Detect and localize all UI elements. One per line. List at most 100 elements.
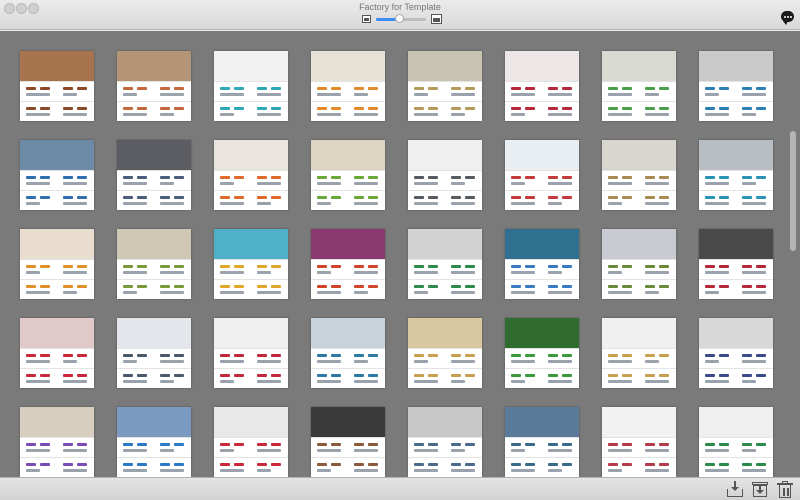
template-page-preview [445, 81, 482, 101]
template-thumbnail[interactable] [311, 318, 385, 388]
template-thumbnail[interactable] [602, 51, 676, 121]
trash-icon[interactable] [777, 481, 794, 498]
template-thumbnail[interactable] [699, 51, 773, 121]
template-thumbnail[interactable] [699, 140, 773, 210]
template-thumbnail[interactable] [20, 318, 94, 388]
template-page-preview [736, 259, 773, 279]
template-thumbnail[interactable] [311, 407, 385, 477]
template-page-preview [57, 368, 94, 388]
template-cover-image [408, 51, 482, 81]
download-tray-icon[interactable] [727, 481, 744, 498]
template-thumbnail[interactable] [214, 140, 288, 210]
template-page-preview [699, 437, 736, 457]
template-thumbnail[interactable] [505, 318, 579, 388]
template-thumbnail[interactable] [20, 229, 94, 299]
template-cover-image [20, 407, 94, 437]
template-page-preview [542, 457, 579, 477]
template-cover-image [602, 51, 676, 81]
template-page-preview [445, 170, 482, 190]
template-thumbnail[interactable] [214, 407, 288, 477]
bottom-toolbar [0, 477, 800, 500]
template-page-preview [699, 457, 736, 477]
template-page-preview [348, 259, 385, 279]
template-cover-image [117, 407, 191, 437]
template-thumbnail[interactable] [311, 229, 385, 299]
template-page-preview [214, 81, 251, 101]
template-thumbnail[interactable] [117, 229, 191, 299]
template-thumbnail[interactable] [117, 51, 191, 121]
template-thumbnail[interactable] [311, 140, 385, 210]
template-cover-image [20, 318, 94, 348]
template-page-preview [542, 368, 579, 388]
template-page-preview [505, 170, 542, 190]
template-page-preview [311, 170, 348, 190]
template-page-preview [311, 279, 348, 299]
archive-box-icon[interactable] [752, 481, 769, 498]
template-page-preview [639, 368, 676, 388]
template-thumbnail[interactable] [408, 318, 482, 388]
template-cover-image [408, 229, 482, 259]
template-cover-image [699, 51, 773, 81]
template-page-preview [214, 348, 251, 368]
template-thumbnail[interactable] [214, 318, 288, 388]
template-page-preview [154, 348, 191, 368]
template-thumbnail[interactable] [117, 407, 191, 477]
template-thumbnail[interactable] [699, 407, 773, 477]
large-image-icon[interactable] [431, 14, 442, 24]
template-page-preview [736, 101, 773, 121]
template-page-preview [311, 81, 348, 101]
template-thumbnail[interactable] [505, 51, 579, 121]
template-grid [0, 31, 800, 477]
template-page-preview [445, 259, 482, 279]
slider-knob[interactable] [394, 14, 404, 23]
template-thumbnail[interactable] [505, 229, 579, 299]
template-page-preview [542, 437, 579, 457]
template-page-preview [408, 101, 445, 121]
template-page-preview [117, 457, 154, 477]
template-thumbnail[interactable] [408, 229, 482, 299]
template-page-preview [602, 101, 639, 121]
template-page-preview [348, 81, 385, 101]
template-page-preview [154, 368, 191, 388]
template-page-preview [117, 437, 154, 457]
template-thumbnail[interactable] [214, 51, 288, 121]
template-thumbnail[interactable] [602, 229, 676, 299]
template-page-preview [57, 101, 94, 121]
template-thumbnail[interactable] [505, 407, 579, 477]
template-page-preview [699, 190, 736, 210]
template-thumbnail[interactable] [699, 318, 773, 388]
template-page-preview [505, 368, 542, 388]
template-page-preview [311, 101, 348, 121]
template-thumbnail[interactable] [602, 140, 676, 210]
template-thumbnail[interactable] [117, 140, 191, 210]
template-page-preview [57, 279, 94, 299]
template-thumbnail[interactable] [505, 140, 579, 210]
template-page-preview [311, 190, 348, 210]
template-thumbnail[interactable] [311, 51, 385, 121]
template-thumbnail[interactable] [408, 51, 482, 121]
template-page-preview [505, 81, 542, 101]
template-thumbnail[interactable] [408, 140, 482, 210]
template-cover-image [699, 407, 773, 437]
speech-bubble-icon[interactable] [781, 11, 794, 25]
template-thumbnail[interactable] [408, 407, 482, 477]
template-thumbnail[interactable] [699, 229, 773, 299]
template-thumbnail[interactable] [602, 407, 676, 477]
template-page-preview [214, 101, 251, 121]
template-page-preview [408, 81, 445, 101]
template-page-preview [117, 368, 154, 388]
template-page-preview [214, 190, 251, 210]
template-page-preview [20, 259, 57, 279]
small-image-icon[interactable] [362, 15, 371, 23]
template-thumbnail[interactable] [20, 140, 94, 210]
template-page-preview [311, 368, 348, 388]
template-thumbnail[interactable] [117, 318, 191, 388]
template-cover-image [505, 318, 579, 348]
template-page-preview [311, 348, 348, 368]
template-thumbnail[interactable] [602, 318, 676, 388]
template-thumbnail[interactable] [20, 51, 94, 121]
template-cover-image [311, 407, 385, 437]
vertical-scrollbar[interactable] [790, 131, 796, 251]
template-thumbnail[interactable] [20, 407, 94, 477]
template-thumbnail[interactable] [214, 229, 288, 299]
